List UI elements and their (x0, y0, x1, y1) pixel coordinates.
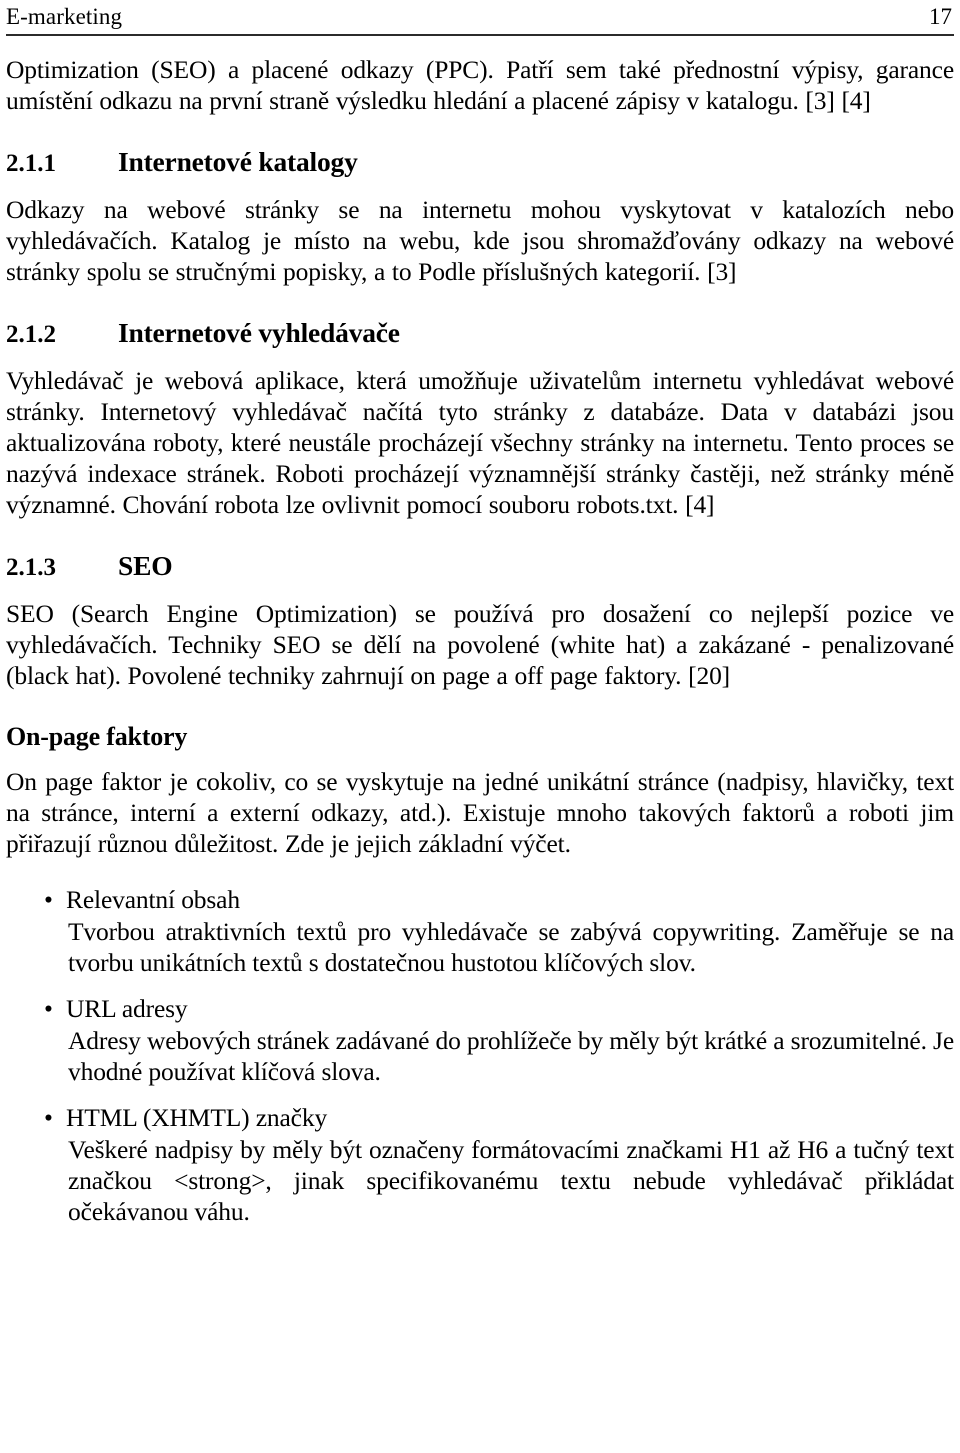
section-heading-2-1-2: 2.1.2 Internetové vyhledávače (6, 317, 954, 351)
subsection-paragraph: On page faktor je cokoliv, co se vyskytu… (6, 767, 954, 858)
page-header: E-marketing 17 (6, 4, 954, 36)
header-page-number: 17 (929, 4, 952, 29)
header-document-title: E-marketing (6, 4, 123, 29)
section-title: Internetové katalogy (118, 146, 358, 177)
intro-paragraph: Optimization (SEO) a placené odkazy (PPC… (6, 55, 954, 115)
bullet-label: Relevantní obsah (66, 885, 240, 914)
on-page-factors-list: • Relevantní obsah Tvorbou atraktivních … (6, 883, 954, 1227)
section-paragraph-2-1-2: Vyhledávač je webová aplikace, která umo… (6, 366, 954, 519)
bullet-description: Tvorbou atraktivních textů pro vyhledáva… (68, 917, 954, 977)
section-number: 2.1.3 (6, 554, 56, 581)
section-number: 2.1.1 (6, 150, 56, 177)
bullet-dot-icon: • (44, 1103, 53, 1132)
section-heading-2-1-3: 2.1.3 SEO (6, 550, 954, 584)
section-title: SEO (118, 550, 173, 581)
list-item: • Relevantní obsah Tvorbou atraktivních … (6, 883, 954, 978)
document-page: E-marketing 17 Optimization (SEO) a plac… (0, 4, 960, 1453)
list-item: • HTML (XHMTL) značky Veškeré nadpisy by… (6, 1101, 954, 1227)
bullet-description: Veškeré nadpisy by měly být označeny for… (68, 1135, 954, 1226)
section-title: Internetové vyhledávače (118, 317, 400, 348)
bullet-label: URL adresy (66, 994, 188, 1023)
list-item: • URL adresy Adresy webových stránek zad… (6, 992, 954, 1087)
bullet-description: Adresy webových stránek zadávané do proh… (68, 1026, 954, 1086)
bullet-label-row: • HTML (XHMTL) značky (6, 1101, 954, 1134)
bullet-dot-icon: • (44, 885, 53, 914)
page-body: Optimization (SEO) a placené odkazy (PPC… (6, 36, 954, 1227)
subsection-heading-on-page-faktory: On-page faktory (6, 722, 188, 751)
bullet-label-row: • Relevantní obsah (6, 883, 954, 916)
section-paragraph-2-1-1: Odkazy na webové stránky se na internetu… (6, 195, 954, 286)
section-number: 2.1.2 (6, 321, 56, 348)
bullet-label-row: • URL adresy (6, 992, 954, 1025)
bullet-dot-icon: • (44, 994, 53, 1023)
section-heading-2-1-1: 2.1.1 Internetové katalogy (6, 146, 954, 180)
section-paragraph-2-1-3: SEO (Search Engine Optimization) se použ… (6, 599, 954, 690)
bullet-label: HTML (XHMTL) značky (66, 1103, 328, 1132)
